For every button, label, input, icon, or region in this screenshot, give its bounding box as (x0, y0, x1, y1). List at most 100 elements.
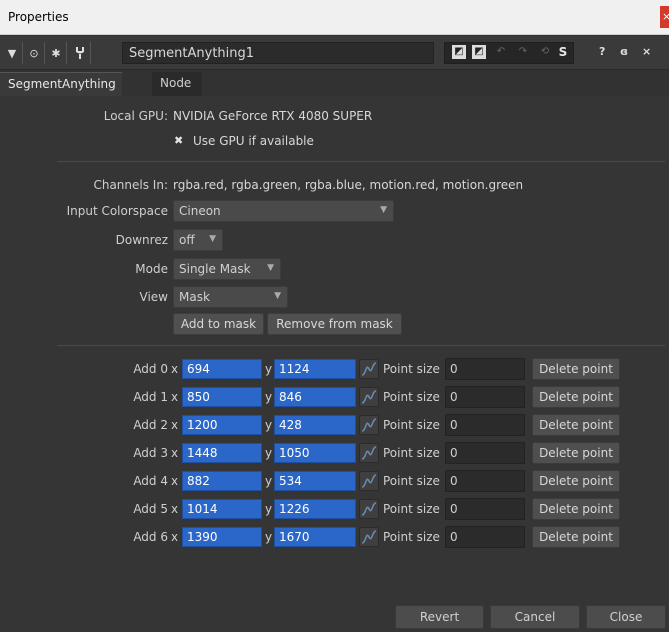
node-color-swatch-icon[interactable]: ◩ (452, 45, 466, 59)
delete-point-button[interactable]: Delete point (532, 386, 620, 408)
view-dropdown[interactable]: Mask ▼ (173, 286, 288, 308)
point-size-field[interactable]: 0 (445, 414, 525, 436)
float-panel-icon[interactable]: ɞ (620, 45, 628, 58)
close-button[interactable]: Close (586, 605, 666, 629)
chevron-down-icon: ▼ (209, 234, 216, 244)
gl-color-swatch-icon[interactable]: ◩ (472, 45, 486, 59)
x-axis-label: x (171, 362, 179, 376)
point-row-label: Add 0 (133, 362, 168, 376)
section-divider (57, 345, 665, 346)
node-name-field[interactable]: SegmentAnything1 (122, 42, 434, 64)
node-color-icon[interactable]: ✱ (48, 44, 64, 62)
input-colorspace-value: Cineon (179, 204, 221, 218)
input-colorspace-dropdown[interactable]: Cineon ▼ (173, 200, 394, 222)
tab-node[interactable]: Node (152, 72, 202, 96)
revert-button[interactable]: Revert (395, 605, 484, 629)
point-y-field[interactable]: 1124 (274, 359, 356, 379)
collapse-triangle-icon[interactable]: ▼ (4, 44, 20, 62)
local-gpu-value: NVIDIA GeForce RTX 4080 SUPER (173, 109, 373, 123)
animation-curve-icon[interactable] (359, 499, 379, 519)
delete-point-button[interactable]: Delete point (532, 358, 620, 380)
revert-icon[interactable]: ⟲ (538, 45, 552, 59)
tab-segmentanything[interactable]: SegmentAnything (0, 72, 122, 96)
mode-label: Mode (135, 262, 168, 276)
point-x-field[interactable]: 1390 (182, 527, 262, 547)
y-axis-label: y (265, 502, 273, 516)
animation-curve-icon[interactable] (359, 471, 379, 491)
point-y-field[interactable]: 534 (274, 471, 356, 491)
point-row-label: Add 2 (133, 418, 168, 432)
toolbar-separator (90, 42, 91, 64)
wrench-icon[interactable] (72, 44, 88, 62)
x-axis-label: x (171, 502, 179, 516)
properties-panel: Local GPU: NVIDIA GeForce RTX 4080 SUPER… (0, 96, 669, 600)
remove-from-mask-button[interactable]: Remove from mask (267, 313, 402, 335)
point-size-label: Point size (383, 362, 440, 376)
point-size-label: Point size (383, 502, 440, 516)
point-row-label: Add 3 (133, 446, 168, 460)
point-row-label: Add 5 (133, 502, 168, 516)
x-axis-label: x (171, 446, 179, 460)
point-y-field[interactable]: 1670 (274, 527, 356, 547)
point-size-label: Point size (383, 446, 440, 460)
redo-icon[interactable]: ↷ (516, 45, 530, 59)
window-close-button[interactable]: × (660, 6, 669, 28)
point-row-label: Add 4 (133, 474, 168, 488)
undo-icon[interactable]: ↶ (494, 45, 508, 59)
settings-s-button[interactable]: S (556, 45, 570, 59)
point-y-field[interactable]: 1226 (274, 499, 356, 519)
animation-curve-icon[interactable] (359, 359, 379, 379)
x-axis-label: x (171, 390, 179, 404)
delete-point-button[interactable]: Delete point (532, 470, 620, 492)
channels-in-label: Channels In: (93, 178, 168, 192)
point-size-field[interactable]: 0 (445, 358, 525, 380)
point-y-field[interactable]: 428 (274, 415, 356, 435)
animation-curve-icon[interactable] (359, 527, 379, 547)
point-size-field[interactable]: 0 (445, 526, 525, 548)
chevron-down-icon: ▼ (267, 263, 274, 273)
animation-curve-icon[interactable] (359, 387, 379, 407)
point-x-field[interactable]: 694 (182, 359, 262, 379)
point-x-field[interactable]: 882 (182, 471, 262, 491)
point-x-field[interactable]: 1448 (182, 443, 262, 463)
window-title: Properties (8, 10, 69, 24)
delete-point-button[interactable]: Delete point (532, 498, 620, 520)
chevron-down-icon: ▼ (274, 291, 281, 301)
mode-dropdown[interactable]: Single Mask ▼ (173, 258, 281, 280)
cancel-button[interactable]: Cancel (490, 605, 580, 629)
y-axis-label: y (265, 446, 273, 460)
delete-point-button[interactable]: Delete point (532, 442, 620, 464)
point-x-field[interactable]: 850 (182, 387, 262, 407)
point-x-field[interactable]: 1200 (182, 415, 262, 435)
point-size-field[interactable]: 0 (445, 442, 525, 464)
x-axis-label: x (171, 474, 179, 488)
point-size-field[interactable]: 0 (445, 498, 525, 520)
mode-value: Single Mask (179, 262, 251, 276)
delete-point-button[interactable]: Delete point (532, 414, 620, 436)
downrez-value: off (179, 233, 195, 247)
point-size-label: Point size (383, 474, 440, 488)
y-axis-label: y (265, 362, 273, 376)
downrez-dropdown[interactable]: off ▼ (173, 229, 223, 251)
toolbar-separator (22, 42, 23, 64)
point-y-field[interactable]: 1050 (274, 443, 356, 463)
animation-curve-icon[interactable] (359, 415, 379, 435)
point-size-field[interactable]: 0 (445, 386, 525, 408)
use-gpu-checkbox[interactable]: ✖ (174, 134, 183, 147)
close-panel-icon[interactable]: × (642, 45, 651, 58)
point-size-field[interactable]: 0 (445, 470, 525, 492)
delete-point-button[interactable]: Delete point (532, 526, 620, 548)
add-to-mask-button[interactable]: Add to mask (173, 313, 264, 335)
point-y-field[interactable]: 846 (274, 387, 356, 407)
x-axis-label: x (171, 418, 179, 432)
center-node-icon[interactable]: ⊙ (26, 44, 42, 62)
toolbar-separator (44, 42, 45, 64)
point-row-label: Add 1 (133, 390, 168, 404)
point-row-label: Add 6 (133, 530, 168, 544)
y-axis-label: y (265, 530, 273, 544)
properties-toolbar: ▼ ⊙ ✱ SegmentAnything1 ◩ ◩ ↶ ↷ ⟲ S ? ɞ × (0, 36, 669, 70)
animation-curve-icon[interactable] (359, 443, 379, 463)
point-x-field[interactable]: 1014 (182, 499, 262, 519)
help-icon[interactable]: ? (599, 45, 605, 58)
window-titlebar: Properties × (0, 0, 669, 35)
